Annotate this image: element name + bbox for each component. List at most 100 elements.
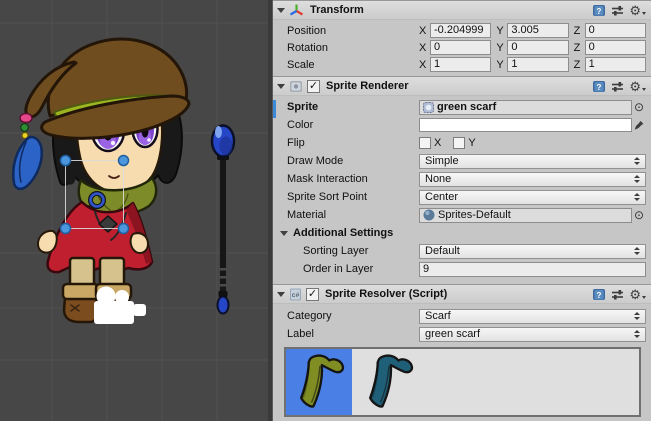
axis-label-y: Y <box>496 59 507 71</box>
gear-icon[interactable]: ⚙ <box>629 288 646 301</box>
foldout-icon[interactable] <box>277 8 285 13</box>
field-label: Sprite Sort Point <box>273 191 419 203</box>
sprite-object-field[interactable]: green scarf <box>419 100 632 115</box>
additional-settings-label: Additional Settings <box>293 227 393 239</box>
flip-y-checkbox[interactable] <box>453 137 465 149</box>
axis-label-y: Y <box>496 42 507 54</box>
label-dropdown[interactable]: green scarf <box>419 327 646 342</box>
script-icon: c# <box>289 288 302 301</box>
sprite-renderer-header[interactable]: ✓ Sprite Renderer ? ⚙ <box>273 76 651 96</box>
svg-text:c#: c# <box>292 292 300 299</box>
mask-interaction-dropdown[interactable]: None <box>419 172 646 187</box>
transform-header[interactable]: Transform ? ⚙ <box>273 0 651 20</box>
color-swatch[interactable] <box>419 118 632 132</box>
flip-row: Flip X Y <box>273 134 651 152</box>
rotation-row: Rotation X 0 Y 0 Z 0 <box>273 39 651 56</box>
field-label: Draw Mode <box>273 155 419 167</box>
position-z-field[interactable]: 0 <box>585 23 646 38</box>
gear-icon[interactable]: ⚙ <box>629 80 646 93</box>
draw-mode-dropdown[interactable]: Simple <box>419 154 646 169</box>
dropdown-arrows-icon <box>630 312 640 320</box>
field-label: Flip <box>273 137 419 149</box>
field-label: Order in Layer <box>273 263 419 275</box>
color-row: Color <box>273 116 651 134</box>
axis-label-y: Y <box>496 25 507 37</box>
mask-interaction-row: Mask Interaction None <box>273 170 651 188</box>
order-in-layer-field[interactable]: 9 <box>419 262 646 277</box>
foldout-icon[interactable] <box>277 292 285 297</box>
help-icon[interactable]: ? <box>592 288 606 301</box>
preset-icon[interactable] <box>611 289 624 300</box>
foldout-icon[interactable] <box>280 231 288 236</box>
material-value: Sprites-Default <box>438 209 511 221</box>
material-object-field[interactable]: Sprites-Default <box>419 208 632 223</box>
field-label: Category <box>273 310 419 322</box>
position-y-field[interactable]: 3.005 <box>507 23 568 38</box>
svg-text:?: ? <box>597 83 602 92</box>
feather <box>13 137 42 189</box>
enabled-checkbox[interactable]: ✓ <box>306 288 319 301</box>
transform-title: Transform <box>310 4 364 16</box>
transform-body: Position X -0.204999 Y 3.005 Z 0 Rotatio… <box>273 20 651 76</box>
blue-scarf-image <box>358 352 418 412</box>
sprite-resolver-header[interactable]: c# ✓ Sprite Resolver (Script) ? ⚙ <box>273 284 651 304</box>
sprite-label-thumbnails <box>284 347 641 417</box>
scale-row: Scale X 1 Y 1 Z 1 <box>273 56 651 73</box>
category-value: Scarf <box>425 310 451 322</box>
material-row: Material Sprites-Default ⊙ <box>273 206 651 224</box>
help-icon[interactable]: ? <box>592 80 606 93</box>
scale-x-field[interactable]: 1 <box>430 57 491 72</box>
camera-gizmo[interactable] <box>94 287 146 325</box>
flip-y-label: Y <box>468 137 475 149</box>
thumbnail-green-scarf[interactable] <box>286 349 352 415</box>
staff-sprite[interactable] <box>212 126 234 314</box>
character-sprite[interactable] <box>13 39 189 322</box>
foldout-icon[interactable] <box>277 84 285 89</box>
axis-label-z: Z <box>574 25 585 37</box>
category-row: Category Scarf <box>273 307 651 325</box>
hat <box>26 39 189 138</box>
green-scarf-image <box>289 352 349 412</box>
sorting-layer-dropdown[interactable]: Default <box>419 244 646 259</box>
mask-interaction-value: None <box>425 173 451 185</box>
object-picker-icon[interactable]: ⊙ <box>632 100 646 114</box>
sprite-sort-point-row: Sprite Sort Point Center <box>273 188 651 206</box>
object-picker-icon[interactable]: ⊙ <box>632 208 646 222</box>
sprite-sort-point-value: Center <box>425 191 458 203</box>
thumbnail-blue-scarf[interactable] <box>355 349 421 415</box>
sorting-layer-value: Default <box>425 245 460 257</box>
transform-icon <box>289 3 304 17</box>
scale-z-field[interactable]: 1 <box>585 57 646 72</box>
inspector-panel: Transform ? ⚙ Position X -0.204999 Y 3.0… <box>273 0 651 421</box>
rotation-y-field[interactable]: 0 <box>507 40 568 55</box>
svg-text:?: ? <box>597 7 602 16</box>
field-label: Material <box>273 209 419 221</box>
preset-icon[interactable] <box>611 5 624 16</box>
field-label: Mask Interaction <box>273 173 419 185</box>
preset-icon[interactable] <box>611 81 624 92</box>
enabled-checkbox[interactable]: ✓ <box>307 80 320 93</box>
field-label: Sorting Layer <box>273 245 419 257</box>
sprite-resolver-title: Sprite Resolver (Script) <box>325 288 447 300</box>
field-label: Sprite <box>273 101 419 113</box>
sprite-resolver-body: Category Scarf Label green scarf <box>273 304 651 417</box>
scene-view[interactable] <box>0 0 268 421</box>
label-value: green scarf <box>425 328 480 340</box>
scale-y-field[interactable]: 1 <box>507 57 568 72</box>
help-icon[interactable]: ? <box>592 4 606 17</box>
rotation-x-field[interactable]: 0 <box>430 40 491 55</box>
dropdown-arrows-icon <box>630 330 640 338</box>
svg-text:?: ? <box>597 291 602 300</box>
gear-icon[interactable]: ⚙ <box>629 4 646 17</box>
category-dropdown[interactable]: Scarf <box>419 309 646 324</box>
sprite-sort-point-dropdown[interactable]: Center <box>419 190 646 205</box>
rotation-z-field[interactable]: 0 <box>585 40 646 55</box>
dropdown-arrows-icon <box>630 175 640 183</box>
flip-x-checkbox[interactable] <box>419 137 431 149</box>
additional-settings-foldout[interactable]: Additional Settings <box>273 224 651 242</box>
position-x-field[interactable]: -0.204999 <box>430 23 491 38</box>
eyedropper-icon[interactable] <box>632 119 646 131</box>
field-label: Scale <box>273 59 419 71</box>
order-in-layer-row: Order in Layer 9 <box>273 260 651 278</box>
draw-mode-row: Draw Mode Simple <box>273 152 651 170</box>
